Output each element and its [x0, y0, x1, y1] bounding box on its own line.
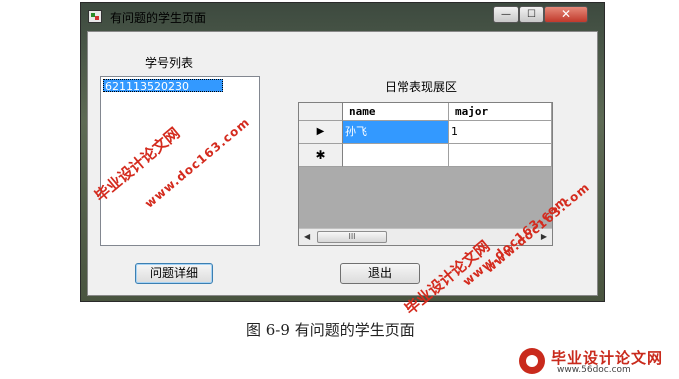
daily-performance-label: 日常表现展区 [385, 80, 458, 94]
site-logo: 毕业设计论文网 www.56doc.com [517, 344, 679, 379]
logo-icon [519, 348, 545, 374]
scroll-right-icon[interactable]: ▶ [541, 232, 547, 241]
cell-major-new[interactable] [449, 144, 552, 167]
maximize-icon: ☐ [527, 9, 536, 20]
logo-url: www.56doc.com [557, 365, 631, 375]
scroll-left-icon[interactable]: ◀ [304, 232, 310, 241]
row-indicator-new[interactable]: ✱ [299, 144, 343, 167]
close-button[interactable]: ✕ [544, 6, 588, 23]
cell-name-new[interactable] [343, 144, 449, 167]
performance-datagrid[interactable]: name major ▶ 孙飞 1 ✱ ◀ III ▶ [298, 102, 553, 246]
figure-caption: 图 6-9 有问题的学生页面 [246, 321, 415, 339]
minimize-icon: — [501, 9, 511, 20]
scroll-thumb[interactable]: III [317, 231, 387, 243]
list-item[interactable]: 621113520230 [103, 79, 223, 93]
column-header-name[interactable]: name [343, 103, 449, 121]
exit-button[interactable]: 退出 [340, 263, 420, 284]
cell-name[interactable]: 孙飞 [343, 121, 449, 144]
app-icon [88, 10, 102, 23]
row-indicator-current[interactable]: ▶ [299, 121, 343, 144]
window-title: 有问题的学生页面 [110, 11, 207, 25]
title-bar[interactable]: 有问题的学生页面 — ☐ ✕ [81, 3, 604, 31]
column-header-major[interactable]: major [449, 103, 552, 121]
cell-major[interactable]: 1 [449, 121, 552, 144]
close-icon: ✕ [560, 7, 572, 21]
student-id-list-label: 学号列表 [145, 56, 194, 70]
grid-corner-header [299, 103, 343, 121]
maximize-button[interactable]: ☐ [519, 6, 544, 23]
minimize-button[interactable]: — [493, 6, 519, 23]
form-client-area: 学号列表 621113520230 日常表现展区 name major ▶ 孙飞… [87, 31, 598, 296]
problem-details-button[interactable]: 问题详细 [135, 263, 213, 284]
